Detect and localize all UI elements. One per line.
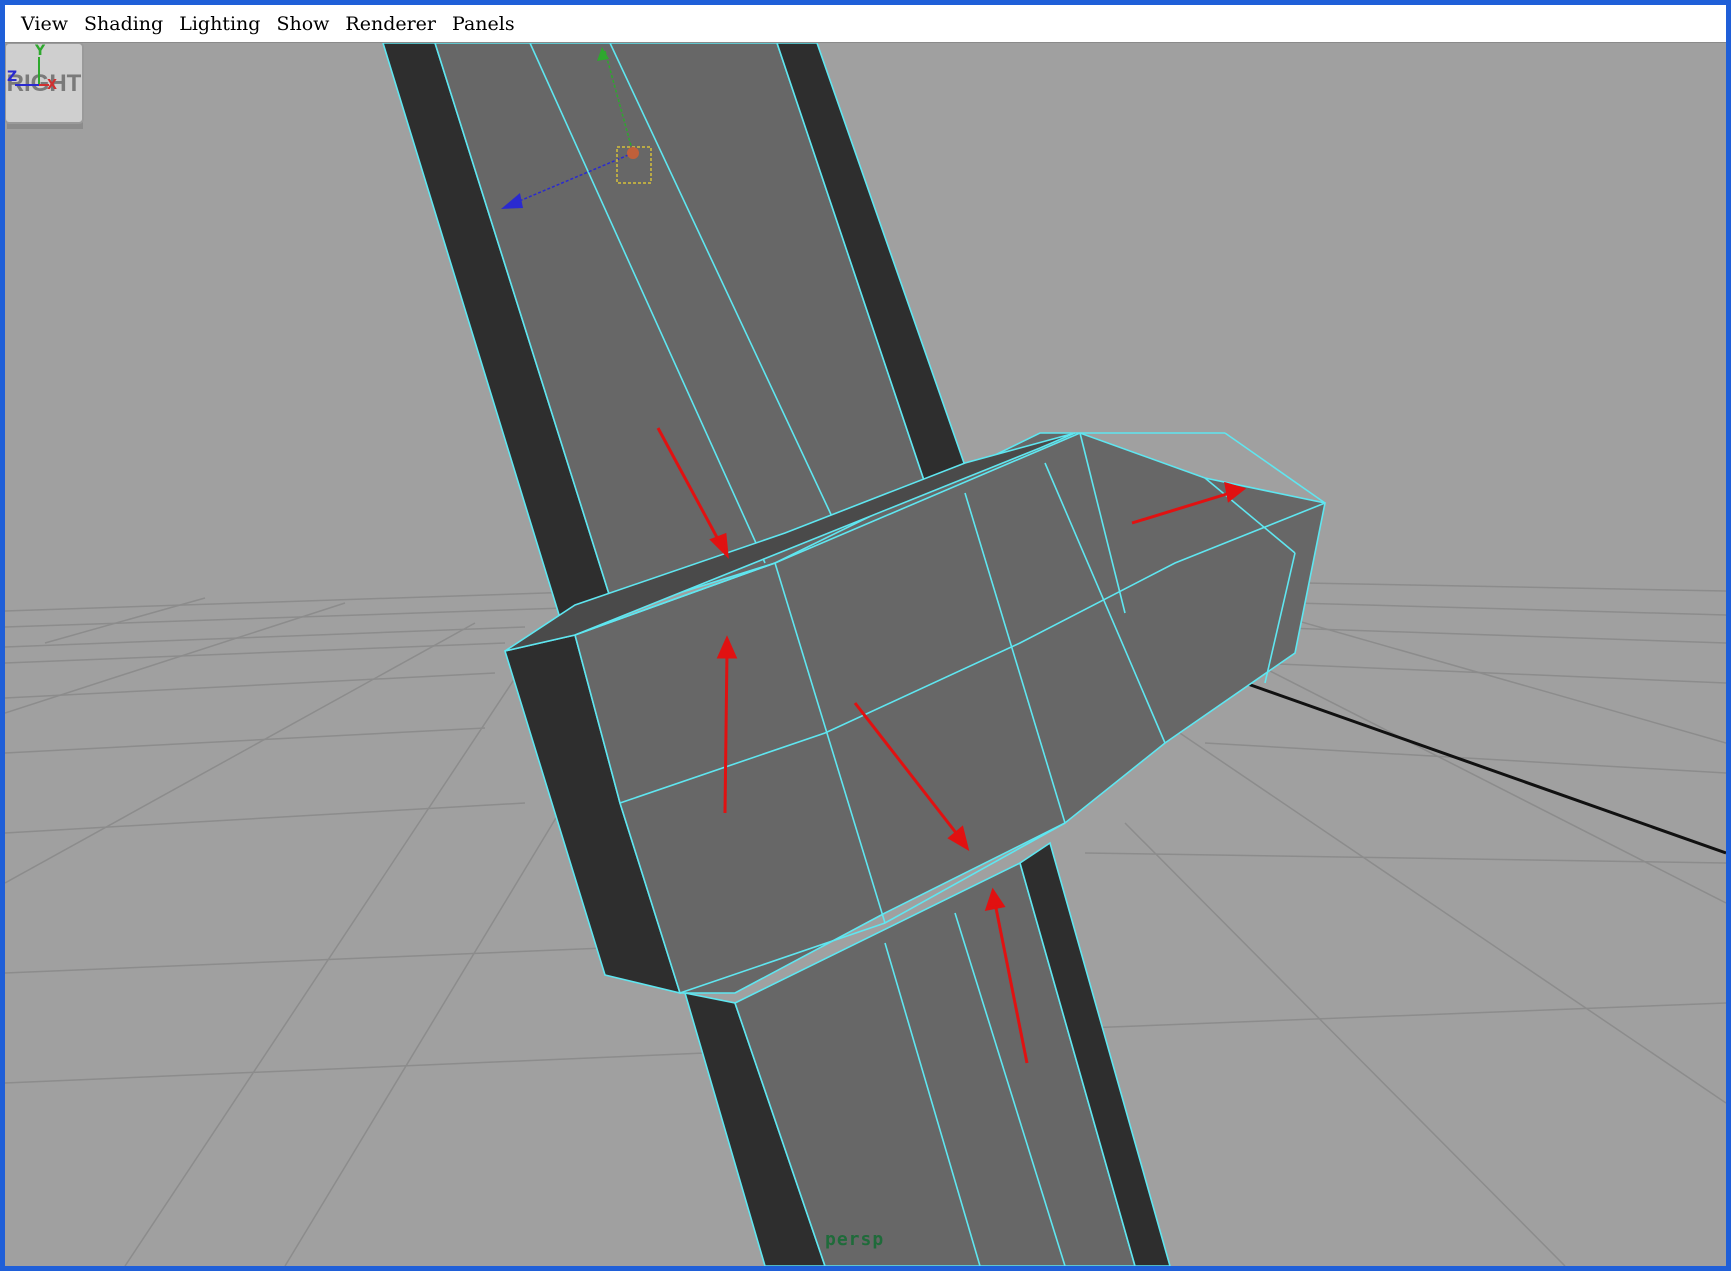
axis-orientation-indicator: Y Z X: [7, 43, 57, 93]
axis-x-label: X: [47, 78, 57, 93]
maya-viewport-window: View Shading Lighting Show Renderer Pane…: [0, 0, 1731, 1271]
menu-view[interactable]: View: [13, 5, 76, 43]
menu-shading[interactable]: Shading: [76, 5, 171, 43]
axis-y-label: Y: [34, 43, 46, 59]
world-axis-line: [1244, 681, 1726, 855]
axis-z-label: Z: [7, 69, 17, 85]
menu-panels[interactable]: Panels: [444, 5, 523, 43]
menu-show[interactable]: Show: [268, 5, 337, 43]
menu-renderer[interactable]: Renderer: [337, 5, 444, 43]
perspective-viewport[interactable]: RIGHT Y Z X persp: [5, 43, 1726, 1266]
menu-lighting[interactable]: Lighting: [171, 5, 268, 43]
panel-menu-bar: View Shading Lighting Show Renderer Pane…: [5, 5, 1726, 43]
camera-name-label: persp: [825, 1229, 885, 1250]
scene-canvas[interactable]: [5, 43, 1726, 1266]
